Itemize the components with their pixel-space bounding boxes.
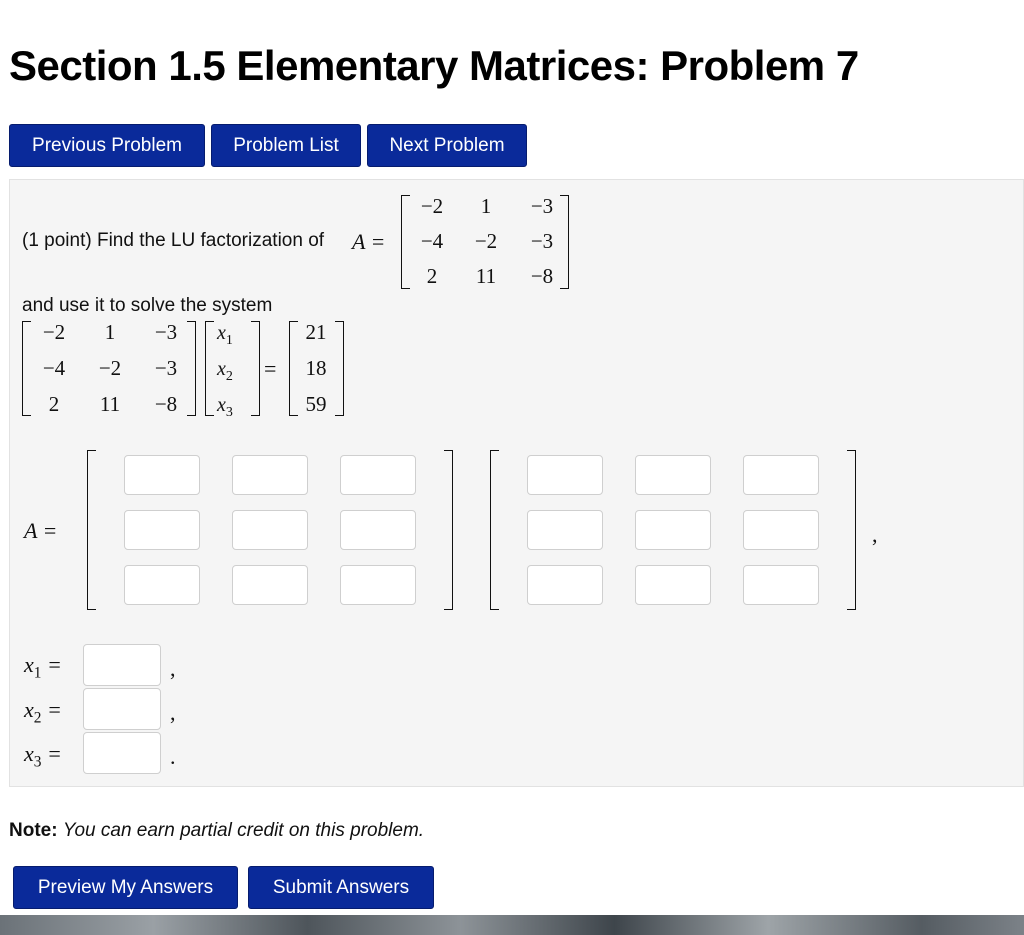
matrix-a-cell: −3	[530, 229, 554, 253]
system-matrix-cell: −3	[154, 320, 178, 344]
x-vector-left-bracket	[205, 321, 214, 416]
x-vector-entry: x1	[217, 322, 233, 348]
l-entry-input[interactable]	[232, 510, 308, 550]
x-vector-entry: x3	[217, 394, 233, 420]
system-matrix-cell: 11	[99, 392, 121, 416]
x2-input[interactable]	[83, 688, 161, 730]
l-entry-input[interactable]	[340, 455, 416, 495]
x1-input[interactable]	[83, 644, 161, 686]
l-entry-input[interactable]	[340, 510, 416, 550]
x2-label: x2 =	[24, 697, 62, 727]
system-matrix-cell: 2	[48, 392, 60, 416]
l-matrix-right-bracket	[444, 450, 453, 610]
l-entry-input[interactable]	[124, 455, 200, 495]
submit-answers-button[interactable]: Submit Answers	[248, 866, 434, 909]
matrix-a-left-bracket	[401, 195, 410, 289]
matrix-a-cell: 1	[480, 194, 492, 218]
l-matrix-left-bracket	[87, 450, 96, 610]
x3-label: x3 =	[24, 741, 62, 771]
matrix-a-cell: −2	[474, 229, 498, 253]
answer-trailing-comma: ,	[872, 522, 878, 547]
solve-text: and use it to solve the system	[22, 295, 273, 316]
l-entry-input[interactable]	[124, 565, 200, 605]
answer-a-label: A =	[24, 518, 58, 543]
rhs-entry: 59	[305, 392, 327, 416]
matrix-a-cell: 2	[426, 264, 438, 288]
u-matrix-left-bracket	[490, 450, 499, 610]
matrix-a-cell: −3	[530, 194, 554, 218]
x-vector-right-bracket	[251, 321, 260, 416]
rhs-entry: 18	[305, 356, 327, 380]
u-entry-input[interactable]	[527, 455, 603, 495]
u-entry-input[interactable]	[743, 565, 819, 605]
footer-background-image	[0, 915, 1024, 935]
rhs-right-bracket	[335, 321, 344, 416]
l-entry-input[interactable]	[232, 565, 308, 605]
equals-sign: =	[264, 356, 277, 381]
matrix-a-cell: −4	[420, 229, 444, 253]
system-matrix-left-bracket	[22, 321, 31, 416]
system-matrix-cell: −4	[42, 356, 66, 380]
previous-problem-button[interactable]: Previous Problem	[9, 124, 205, 167]
preview-answers-button[interactable]: Preview My Answers	[13, 866, 238, 909]
l-entry-input[interactable]	[124, 510, 200, 550]
x-vector-entry: x2	[217, 358, 233, 384]
note: Note: You can earn partial credit on thi…	[9, 820, 424, 842]
rhs-entry: 21	[305, 320, 327, 344]
system-matrix-cell: 1	[104, 320, 116, 344]
system-matrix-cell: −3	[154, 356, 178, 380]
u-matrix-right-bracket	[847, 450, 856, 610]
u-entry-input[interactable]	[635, 455, 711, 495]
note-text: You can earn partial credit on this prob…	[62, 820, 425, 841]
l-entry-input[interactable]	[232, 455, 308, 495]
u-entry-input[interactable]	[743, 510, 819, 550]
system-matrix-cell: −8	[154, 392, 178, 416]
matrix-a-cell: −8	[530, 264, 554, 288]
u-entry-input[interactable]	[527, 565, 603, 605]
matrix-a-cell: 11	[475, 264, 497, 288]
system-matrix-cell: −2	[98, 356, 122, 380]
x3-punct: .	[170, 744, 176, 769]
problem-intro: (1 point) Find the LU factorization of	[22, 230, 325, 251]
x2-punct: ,	[170, 700, 176, 725]
x1-label: x1 =	[24, 652, 62, 682]
page-title: Section 1.5 Elementary Matrices: Problem…	[9, 42, 859, 89]
u-entry-input[interactable]	[635, 565, 711, 605]
next-problem-button[interactable]: Next Problem	[367, 124, 527, 167]
problem-list-button[interactable]: Problem List	[211, 124, 361, 167]
system-matrix-cell: −2	[42, 320, 66, 344]
u-entry-input[interactable]	[635, 510, 711, 550]
u-entry-input[interactable]	[527, 510, 603, 550]
x3-input[interactable]	[83, 732, 161, 774]
l-entry-input[interactable]	[340, 565, 416, 605]
matrix-a-cell: −2	[420, 194, 444, 218]
x1-punct: ,	[170, 656, 176, 681]
u-entry-input[interactable]	[743, 455, 819, 495]
system-matrix-right-bracket	[187, 321, 196, 416]
matrix-a-label: A =	[352, 229, 386, 254]
note-label: Note:	[9, 820, 58, 841]
